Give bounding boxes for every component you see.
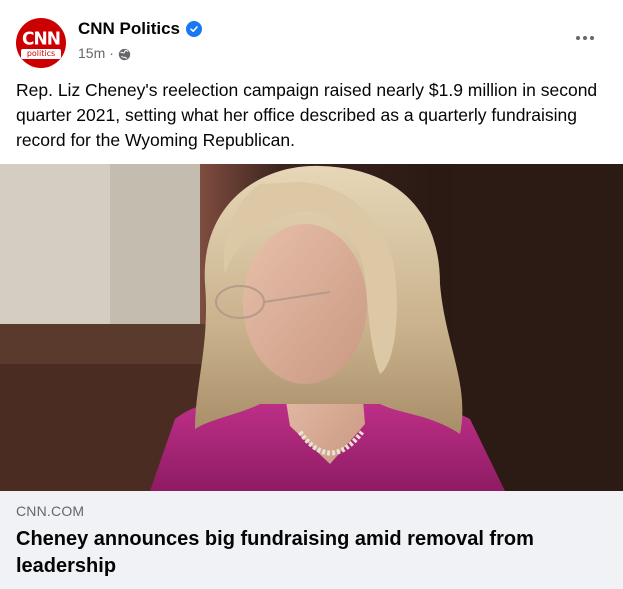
- more-dot: [576, 36, 580, 40]
- post-header: CNN politics CNN Politics 15m ·: [16, 16, 607, 68]
- more-dot: [590, 36, 594, 40]
- post-photo[interactable]: [0, 164, 623, 491]
- more-dot: [583, 36, 587, 40]
- more-options-icon[interactable]: [567, 26, 603, 50]
- post-caption: Rep. Liz Cheney's reelection campaign ra…: [16, 80, 598, 150]
- background-wall: [110, 164, 200, 334]
- post-meta: 15m ·: [78, 44, 131, 62]
- avatar-logo-text: CNN: [22, 28, 61, 50]
- portrait-illustration: [0, 164, 623, 491]
- background-wall: [0, 164, 110, 334]
- post-timestamp[interactable]: 15m: [78, 44, 105, 62]
- globe-icon[interactable]: [118, 47, 131, 60]
- page-name-link[interactable]: CNN Politics: [78, 18, 180, 40]
- verified-badge-icon: [186, 21, 203, 37]
- background-panel: [470, 164, 623, 491]
- avatar-logo-subtitle: politics: [20, 49, 62, 59]
- link-headline[interactable]: Cheney announces big fundraising amid re…: [16, 526, 576, 580]
- page-avatar[interactable]: CNN politics: [16, 18, 66, 68]
- link-preview[interactable]: CNN.COM Cheney announces big fundraising…: [0, 491, 623, 589]
- meta-separator: ·: [109, 45, 114, 61]
- face: [243, 224, 367, 384]
- link-domain: CNN.COM: [16, 503, 85, 519]
- page-name-row: CNN Politics: [78, 18, 203, 40]
- background-desk: [0, 324, 210, 364]
- feed-post: CNN politics CNN Politics 15m · Rep. Liz…: [0, 0, 623, 589]
